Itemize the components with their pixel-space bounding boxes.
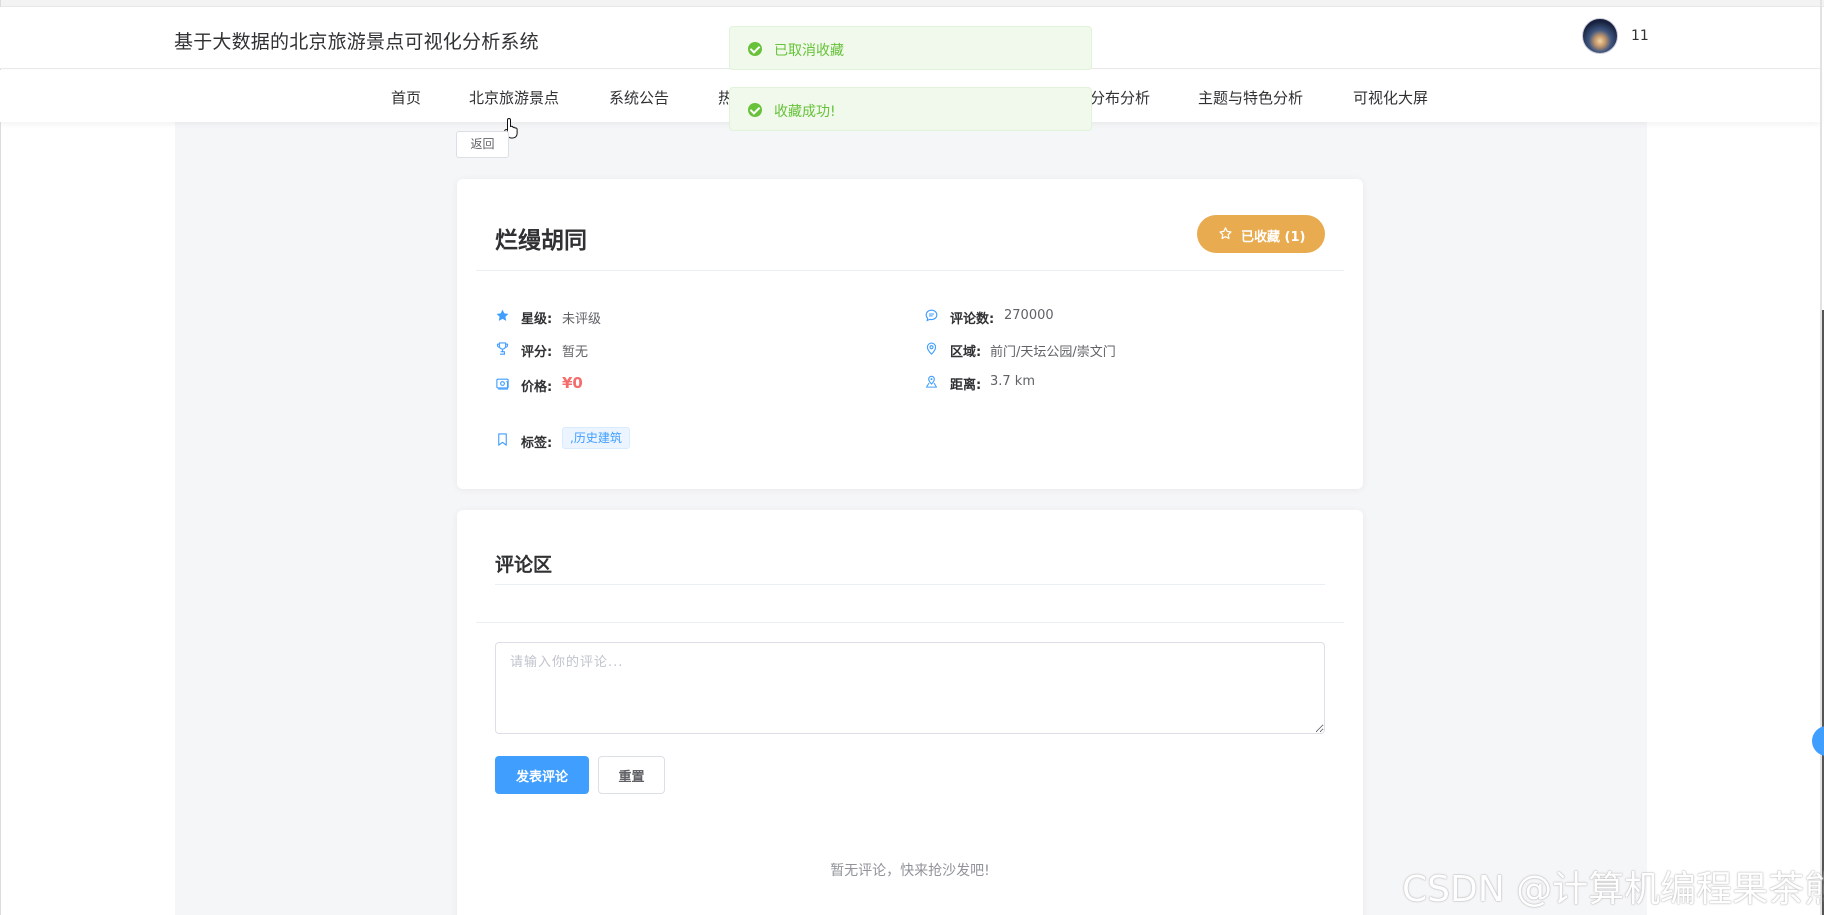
trophy-icon bbox=[496, 342, 509, 355]
success-icon bbox=[748, 42, 762, 56]
star-icon bbox=[496, 309, 509, 321]
price-label: 价格: bbox=[521, 380, 553, 395]
nav-item-announcements[interactable]: 系统公告 bbox=[609, 87, 669, 108]
username[interactable]: 11 bbox=[1631, 28, 1649, 44]
toast-text: 收藏成功! bbox=[774, 104, 836, 120]
location-pin-icon bbox=[926, 342, 937, 355]
title-divider bbox=[476, 270, 1344, 271]
rating-label: 评分: bbox=[521, 345, 553, 360]
window-top-edge bbox=[0, 0, 1824, 7]
nav-item-home[interactable]: 首页 bbox=[391, 87, 421, 108]
distance-value: 3.7 km bbox=[990, 374, 1035, 389]
nav-item-distribution-analysis[interactable]: 分布分析 bbox=[1090, 87, 1150, 108]
distance-label: 距离: bbox=[950, 378, 982, 393]
back-button[interactable]: 返回 bbox=[456, 131, 509, 158]
side-drawer-handle[interactable] bbox=[1812, 726, 1824, 756]
spot-title: 烂缦胡同 bbox=[495, 228, 587, 254]
star-outline-icon bbox=[1219, 227, 1232, 240]
map-location-icon bbox=[926, 375, 937, 388]
toast-favorited: 收藏成功! bbox=[729, 87, 1092, 131]
comment-header-divider bbox=[476, 622, 1344, 623]
reset-button[interactable]: 重置 bbox=[598, 756, 665, 794]
user-avatar[interactable] bbox=[1582, 18, 1618, 54]
comment-input[interactable] bbox=[495, 642, 1325, 734]
toast-text: 已取消收藏 bbox=[774, 43, 844, 59]
tags-label: 标签: bbox=[521, 436, 553, 451]
empty-comments-message: 暂无评论，快来抢沙发吧! bbox=[830, 863, 990, 879]
favorite-label: 已收藏 (1) bbox=[1241, 230, 1306, 245]
area-value: 前门/天坛公园/崇文门 bbox=[990, 345, 1116, 360]
nav-item-dashboard[interactable]: 可视化大屏 bbox=[1353, 87, 1428, 108]
success-icon bbox=[748, 103, 762, 117]
bookmark-icon bbox=[498, 433, 507, 446]
rating-value: 暂无 bbox=[562, 345, 589, 360]
price-value: ¥0 bbox=[562, 374, 583, 392]
toast-unfavorited: 已取消收藏 bbox=[729, 26, 1092, 70]
star-level-label: 星级: bbox=[521, 312, 553, 327]
site-title: 基于大数据的北京旅游景点可视化分析系统 bbox=[174, 31, 539, 53]
tag-badge: ,历史建筑 bbox=[562, 427, 630, 449]
comment-count-value: 270000 bbox=[1004, 308, 1054, 323]
comment-section-card: 评论区 发表评论 重置 暂无评论，快来抢沙发吧! bbox=[457, 510, 1363, 915]
nav-item-theme-analysis[interactable]: 主题与特色分析 bbox=[1198, 87, 1303, 108]
chat-bubble-icon bbox=[925, 309, 938, 322]
comment-section-title: 评论区 bbox=[495, 554, 553, 576]
submit-comment-button[interactable]: 发表评论 bbox=[495, 756, 589, 794]
area-label: 区域: bbox=[950, 345, 982, 360]
window-left-edge bbox=[0, 0, 1, 915]
favorite-button[interactable]: 已收藏 (1) bbox=[1197, 215, 1325, 253]
comment-count-label: 评论数: bbox=[950, 312, 995, 327]
watermark-text: CSDN @计算机编程果茶熊 bbox=[1402, 869, 1824, 910]
star-level-value: 未评级 bbox=[562, 312, 602, 327]
section-title-divider bbox=[495, 584, 1325, 585]
spot-info-card: 烂缦胡同 已收藏 (1) 星级: 未评级 评分: 暂无 价格: ¥0 标签: ,… bbox=[457, 179, 1363, 489]
nav-item-attractions[interactable]: 北京旅游景点 bbox=[469, 87, 559, 108]
ticket-icon bbox=[496, 378, 509, 390]
